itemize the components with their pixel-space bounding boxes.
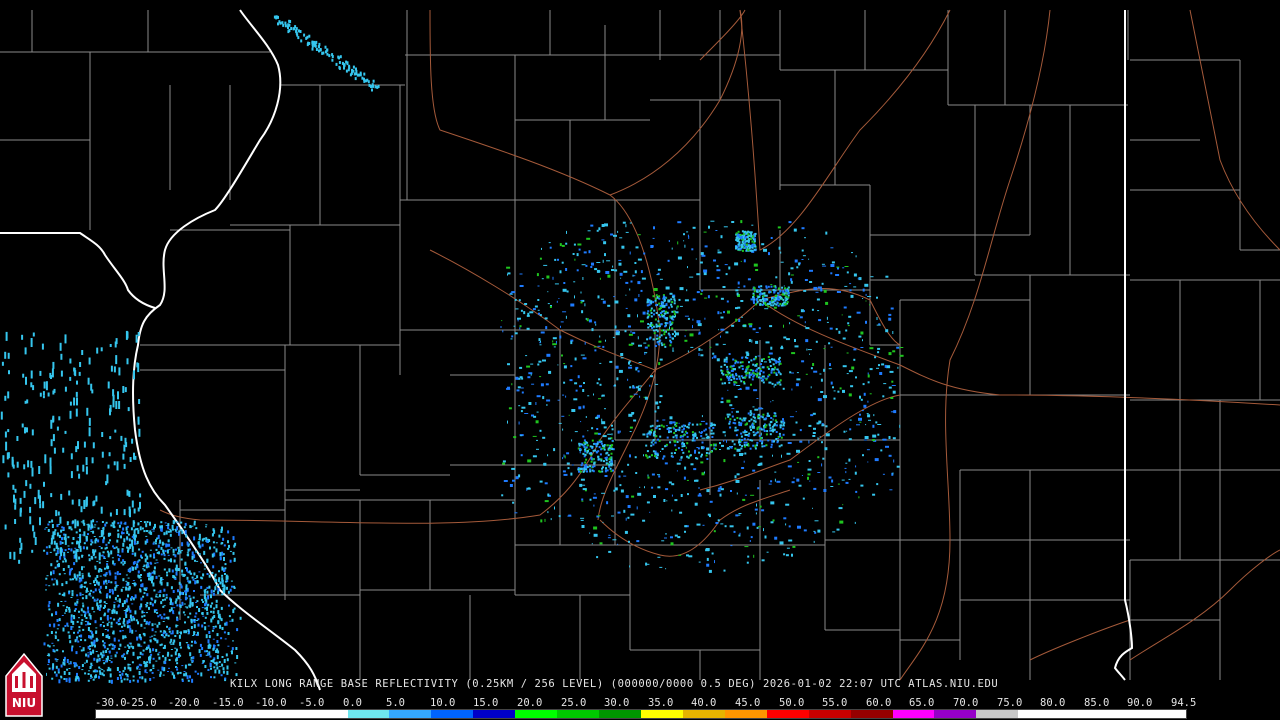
scale-label: 5.0 (386, 697, 405, 709)
scale-label: 55.0 (822, 697, 848, 709)
color-scale-labels: -30.0 -25.0 -20.0 -15.0 -10.0 -5.0 0.0 5.0 10.0 1… (95, 697, 1197, 709)
scale-label: 70.0 (953, 697, 979, 709)
scale-label: 35.0 (648, 697, 674, 709)
scale-label: -5.0 (299, 697, 325, 709)
scale-label: -25.0 (125, 697, 157, 709)
scale-label: 65.0 (909, 697, 935, 709)
scale-color-cell (515, 710, 558, 718)
scale-color-cell (1144, 710, 1186, 718)
product-title: KILX LONG RANGE BASE REFLECTIVITY (0.25K… (230, 678, 999, 690)
scale-label: 50.0 (779, 697, 805, 709)
scale-color-cell (682, 710, 725, 718)
radar-map (0, 0, 1280, 720)
scale-label: 10.0 (430, 697, 456, 709)
scale-label: 20.0 (517, 697, 543, 709)
scale-label: 80.0 (1040, 697, 1066, 709)
scale-label: 90.0 (1127, 697, 1153, 709)
scale-color-cell (599, 710, 641, 718)
scale-color-cell (389, 710, 432, 718)
scale-label: 0.0 (343, 697, 362, 709)
scale-label: 30.0 (604, 697, 630, 709)
scale-label: 40.0 (691, 697, 717, 709)
scale-color-cell (473, 710, 516, 718)
scale-label: -10.0 (255, 697, 287, 709)
scale-color-cell (305, 710, 348, 718)
scale-label: 60.0 (866, 697, 892, 709)
color-scale-bar (95, 709, 1187, 719)
scale-label: -20.0 (168, 697, 200, 709)
scale-color-cell (808, 710, 851, 718)
scale-color-cell (934, 710, 977, 718)
scale-color-cell (1102, 710, 1145, 718)
scale-color-cell (724, 710, 767, 718)
scale-color-cell (179, 710, 222, 718)
scale-color-cell (96, 710, 138, 718)
scale-color-cell (137, 710, 180, 718)
scale-label: 94.5 (1171, 697, 1197, 709)
scale-color-cell (766, 710, 809, 718)
scale-label: 15.0 (473, 697, 499, 709)
scale-color-cell (850, 710, 893, 718)
scale-color-cell (640, 710, 683, 718)
scale-label: 75.0 (997, 697, 1023, 709)
scale-color-cell (976, 710, 1019, 718)
scale-color-cell (347, 710, 390, 718)
scale-color-cell (892, 710, 935, 718)
scale-label: -30.0 (95, 697, 127, 709)
scale-color-cell (1018, 710, 1061, 718)
scale-label: -15.0 (212, 697, 244, 709)
scale-label: 25.0 (561, 697, 587, 709)
scale-color-cell (557, 710, 600, 718)
scale-label: 45.0 (735, 697, 761, 709)
logo-text: NIU (11, 696, 37, 710)
scale-color-cell (1060, 710, 1103, 718)
scale-color-cell (221, 710, 264, 718)
scale-color-cell (263, 710, 306, 718)
scale-label: 85.0 (1084, 697, 1110, 709)
scale-color-cell (431, 710, 474, 718)
